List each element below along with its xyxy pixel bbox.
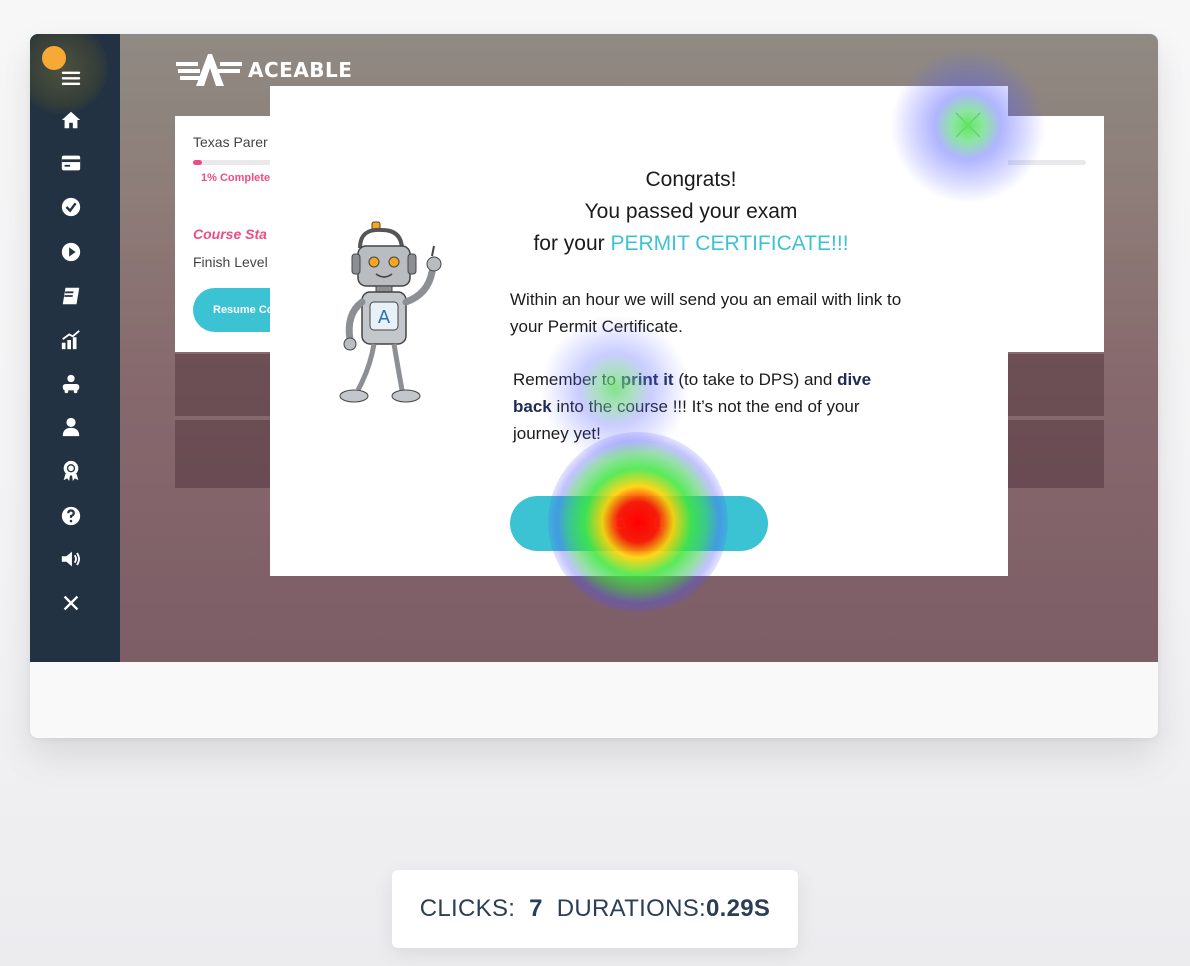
reminder-text: into the course !!! It’s not the end of …	[513, 397, 860, 443]
course-title: Texas Parer	[193, 134, 268, 150]
robot-mascot-illustration: A	[339, 221, 442, 403]
reminder-text: (to take to DPS) and	[673, 370, 838, 389]
got-it-button[interactable]: Got it!	[510, 496, 768, 551]
check-circle-icon[interactable]	[59, 195, 83, 219]
certificate-prefix: for your	[533, 232, 611, 255]
certificate-line: for your PERMIT CERTIFICATE!!!	[490, 228, 892, 260]
permit-certificate-highlight: PERMIT CERTIFICATE!!!	[610, 232, 849, 255]
reminder-text: Remember to	[513, 370, 621, 389]
user-icon[interactable]	[59, 415, 83, 439]
course-status: Course Sta	[193, 226, 267, 242]
passed-exam-line: You passed your exam	[584, 200, 798, 223]
close-icon[interactable]	[59, 591, 83, 615]
award-icon[interactable]	[59, 459, 83, 483]
course-progress-label: 1% Complete	[201, 172, 271, 184]
home-icon[interactable]	[59, 108, 83, 132]
email-notice-text: Within an hour we will send you an email…	[510, 290, 902, 336]
sidebar	[30, 34, 120, 662]
click-stats-panel: CLICKS: 7 DURATIONS:0.29S	[392, 870, 798, 948]
clicks-label: CLICKS:	[419, 895, 516, 922]
course-progress-fill	[193, 160, 202, 165]
driver-icon[interactable]	[59, 372, 83, 396]
print-it-emphasis: print it	[620, 370, 674, 389]
app-viewport: ACEABLE Texas Parer 1% Complete Course S…	[30, 34, 1158, 662]
volume-icon[interactable]	[59, 547, 83, 571]
credit-card-icon[interactable]	[59, 151, 83, 175]
chart-icon[interactable]	[59, 328, 83, 352]
book-icon[interactable]	[59, 284, 83, 308]
app-frame: ACEABLE Texas Parer 1% Complete Course S…	[30, 34, 1158, 738]
aceable-logo-icon	[176, 54, 242, 86]
print-reminder-text: Remember to print it (to take to DPS) an…	[513, 366, 913, 447]
logo-text: ACEABLE	[248, 58, 353, 82]
help-icon[interactable]	[59, 504, 83, 528]
menu-icon[interactable]	[59, 66, 83, 90]
svg-text:A: A	[378, 307, 391, 328]
congrats-line: Congrats!	[645, 168, 737, 191]
congrats-heading: Congrats! You passed your exam for your …	[490, 164, 892, 260]
aceable-logo[interactable]: ACEABLE	[176, 52, 352, 88]
finish-level-text: Finish Level	[193, 254, 268, 270]
congrats-modal: A Congrats! You passed your exam for you…	[270, 48, 1046, 612]
durations-label: DURATIONS:	[556, 895, 706, 922]
durations-value: 0.29S	[706, 895, 771, 922]
clicks-value: 7	[529, 895, 543, 922]
modal-close-icon[interactable]	[953, 110, 983, 140]
play-circle-icon[interactable]	[59, 240, 83, 264]
